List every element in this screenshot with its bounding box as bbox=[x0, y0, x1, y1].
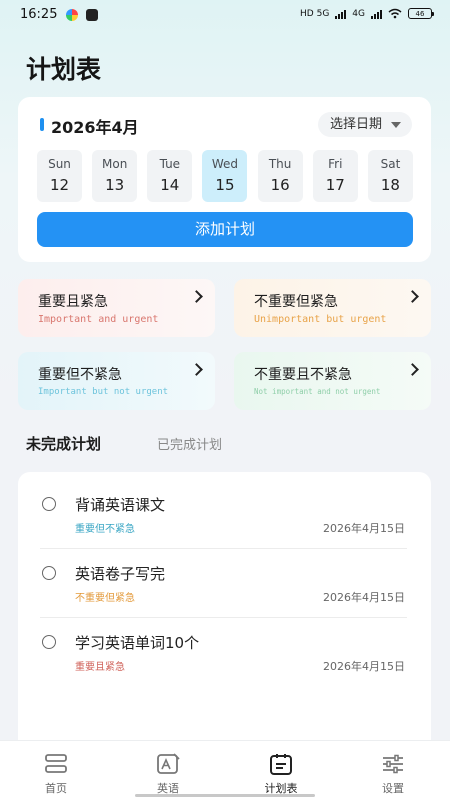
day-thu[interactable]: Thu 16 bbox=[257, 150, 303, 202]
quadrant-not-important-not-urgent[interactable]: 不重要且不紧急 Not important and not urgent bbox=[234, 352, 431, 410]
day-date: 14 bbox=[160, 176, 180, 194]
battery-icon: 46 bbox=[408, 8, 434, 19]
app-notification-icon-2 bbox=[86, 9, 98, 21]
day-name: Tue bbox=[159, 157, 181, 171]
task-checkbox[interactable] bbox=[42, 566, 56, 580]
quadrant-title: 重要但不紧急 bbox=[38, 367, 122, 383]
chevron-right-icon bbox=[190, 363, 203, 376]
task-checkbox[interactable] bbox=[42, 497, 56, 511]
day-fri[interactable]: Fri 17 bbox=[312, 150, 358, 202]
nav-label: 首页 bbox=[45, 782, 67, 795]
bottom-nav: 首页 英语 计划表 设置 bbox=[0, 740, 450, 800]
calendar-card: 2026年4月 选择日期 Sun 12 Mon 13 Tue 14 Wed 15 Thu… bbox=[18, 97, 431, 262]
page-title: 计划表 bbox=[26, 55, 102, 84]
caret-down-icon bbox=[391, 122, 401, 128]
task-title: 学习英语单词10个 bbox=[75, 634, 200, 652]
date-picker-button[interactable]: 选择日期 bbox=[317, 112, 412, 137]
tab-incomplete-plans[interactable]: 未完成计划 bbox=[26, 433, 101, 454]
nav-english[interactable]: 英语 bbox=[128, 741, 208, 800]
day-date: 17 bbox=[325, 176, 345, 194]
day-date: 13 bbox=[105, 176, 125, 194]
quadrant-title: 不重要且不紧急 bbox=[254, 367, 352, 383]
quadrant-title: 不重要但紧急 bbox=[254, 294, 338, 310]
home-icon bbox=[45, 754, 67, 773]
english-icon bbox=[157, 753, 180, 774]
status-time: 16:25 bbox=[20, 7, 58, 22]
day-date: 16 bbox=[270, 176, 290, 194]
task-date: 2026年4月15日 bbox=[323, 660, 405, 673]
task-item[interactable]: 英语卷子写完 不重要但紧急 2026年4月15日 bbox=[18, 549, 431, 618]
quadrant-subtitle: Important and urgent bbox=[38, 314, 159, 325]
day-sun[interactable]: Sun 12 bbox=[37, 150, 82, 202]
task-title: 英语卷子写完 bbox=[75, 565, 166, 583]
quadrant-subtitle: Unimportant but urgent bbox=[254, 314, 387, 325]
nav-plan[interactable]: 计划表 bbox=[241, 741, 321, 800]
task-item[interactable]: 学习英语单词10个 重要且紧急 2026年4月15日 bbox=[18, 618, 431, 687]
task-list-card: 背诵英语课文 重要但不紧急 2026年4月15日 英语卷子写完 不重要但紧急 2… bbox=[18, 472, 431, 762]
settings-icon bbox=[383, 754, 403, 774]
week-day-strip: Sun 12 Mon 13 Tue 14 Wed 15 Thu 16 Fri 17 Sat 1… bbox=[37, 150, 413, 202]
day-date: 15 bbox=[215, 176, 235, 194]
signal-icon bbox=[335, 9, 347, 19]
chevron-right-icon bbox=[406, 290, 419, 303]
quadrant-title: 重要且紧急 bbox=[38, 294, 108, 310]
day-name: Mon bbox=[102, 157, 128, 171]
task-item[interactable]: 背诵英语课文 重要但不紧急 2026年4月15日 bbox=[18, 480, 431, 549]
day-tue[interactable]: Tue 14 bbox=[147, 150, 193, 202]
task-date: 2026年4月15日 bbox=[323, 522, 405, 535]
quadrant-subtitle: Not important and not urgent bbox=[254, 387, 381, 396]
network-label-4g: 4G bbox=[352, 8, 365, 19]
task-title: 背诵英语课文 bbox=[75, 496, 166, 514]
day-name: Thu bbox=[268, 157, 292, 171]
date-picker-label: 选择日期 bbox=[329, 117, 382, 132]
day-mon[interactable]: Mon 13 bbox=[92, 150, 138, 202]
app-notification-icon bbox=[66, 9, 78, 21]
day-name: Sun bbox=[48, 157, 71, 171]
task-checkbox[interactable] bbox=[42, 635, 56, 649]
day-name: Sat bbox=[380, 157, 401, 171]
task-priority-tag: 重要但不紧急 bbox=[75, 524, 135, 535]
nav-label: 设置 bbox=[382, 782, 404, 795]
day-name: Fri bbox=[328, 157, 343, 171]
quadrant-important-urgent[interactable]: 重要且紧急 Important and urgent bbox=[18, 279, 215, 337]
status-bar: 16:25 HD 5G 4G 46 bbox=[0, 0, 450, 30]
plan-icon bbox=[270, 754, 292, 775]
day-wed-selected[interactable]: Wed 15 bbox=[202, 150, 248, 202]
nav-home[interactable]: 首页 bbox=[16, 741, 96, 800]
battery-level: 46 bbox=[415, 9, 425, 18]
wifi-icon bbox=[388, 8, 402, 19]
month-label: 2026年4月 bbox=[51, 118, 139, 137]
add-plan-button[interactable]: 添加计划 bbox=[37, 212, 413, 247]
day-date: 18 bbox=[380, 176, 400, 194]
chevron-right-icon bbox=[406, 363, 419, 376]
chevron-right-icon bbox=[190, 290, 203, 303]
network-label-5g: HD 5G bbox=[300, 8, 330, 19]
day-sat[interactable]: Sat 18 bbox=[367, 150, 413, 202]
day-name: Wed bbox=[211, 157, 239, 171]
signal-icon-2 bbox=[371, 9, 382, 19]
day-date: 12 bbox=[49, 176, 70, 194]
quadrant-important-not-urgent[interactable]: 重要但不紧急 Important but not urgent bbox=[18, 352, 215, 410]
task-priority-tag: 重要且紧急 bbox=[75, 662, 125, 673]
task-date: 2026年4月15日 bbox=[323, 591, 405, 604]
task-priority-tag: 不重要但紧急 bbox=[75, 593, 135, 604]
month-accent-bar bbox=[40, 118, 44, 131]
quadrant-unimportant-urgent[interactable]: 不重要但紧急 Unimportant but urgent bbox=[234, 279, 431, 337]
tab-completed-plans[interactable]: 已完成计划 bbox=[157, 434, 222, 453]
home-indicator bbox=[135, 794, 315, 797]
quadrant-subtitle: Important but not urgent bbox=[38, 387, 169, 397]
status-indicators: HD 5G 4G 46 bbox=[300, 8, 434, 19]
nav-settings[interactable]: 设置 bbox=[353, 741, 433, 800]
